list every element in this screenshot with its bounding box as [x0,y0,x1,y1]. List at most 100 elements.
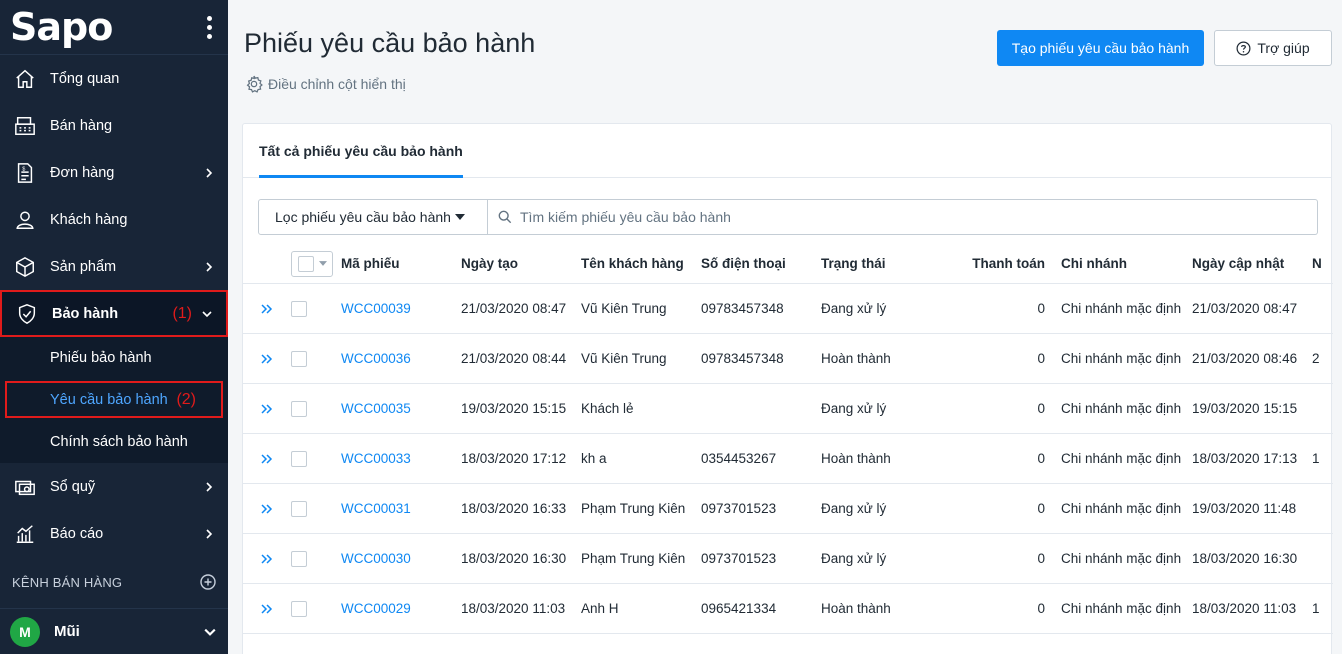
branch: Chi nhánh mặc định [1061,401,1182,416]
status: Đang xử lý [821,501,887,516]
extra-column-value: 2 [1312,351,1320,366]
help-button[interactable]: Trợ giúp [1214,30,1332,66]
table-body: WCC00039 21/03/2020 08:47 Vũ Kiên Trung 097… [243,284,1333,634]
more-menu-icon[interactable] [203,12,216,43]
ticket-code-link[interactable]: WCC00039 [341,284,411,333]
row-checkbox[interactable] [291,600,307,617]
created-date: 18/03/2020 17:12 [461,451,567,466]
updated-date: 18/03/2020 16:30 [1192,551,1298,566]
nav-item-sales[interactable]: Bán hàng [0,102,228,149]
customer-name: Vũ Kiên Trung [581,351,667,366]
phone-number: 0973701523 [701,551,777,566]
table-row[interactable]: WCC00031 18/03/2020 16:33 Phạm Trung Kiên 0… [243,484,1333,534]
adjust-columns-link[interactable]: Điều chỉnh cột hiển thị [244,74,406,94]
row-checkbox[interactable] [291,500,307,517]
add-channel-icon[interactable] [200,574,216,590]
column-header[interactable]: Ngày cập nhật [1192,244,1284,283]
expand-row-icon[interactable] [261,434,279,483]
phone-number: 09783457348 [701,351,784,366]
nav-item-overview[interactable]: Tổng quan [0,55,228,102]
nav-label: Khách hàng [50,211,128,228]
column-header[interactable]: N [1312,244,1322,283]
sub-item-warranty-tickets[interactable]: Phiếu bảo hành [0,337,228,379]
nav-item-reports[interactable]: Báo cáo [0,510,228,557]
expand-row-icon[interactable] [261,334,279,383]
select-all-checkbox[interactable] [291,250,333,277]
customer-name: Phạm Trung Kiên [581,551,686,566]
table-row[interactable]: WCC00030 18/03/2020 16:30 Phạm Trung Kiên 0… [243,534,1333,584]
status: Hoàn thành [821,451,891,466]
table-row[interactable]: WCC00029 18/03/2020 11:03 Anh H 0965421334 H… [243,584,1333,634]
main-content: Phiếu yêu cầu bảo hành Điều chỉnh cột hi… [228,0,1342,654]
nav-item-customers[interactable]: Khách hàng [0,196,228,243]
branch: Chi nhánh mặc định [1061,601,1182,616]
user-menu[interactable]: M Mũi [0,608,228,654]
ticket-code-link[interactable]: WCC00031 [341,484,411,533]
table-row[interactable]: WCC00035 19/03/2020 15:15 Khách lẻ Đang xử … [243,384,1333,434]
customer-name: Vũ Kiên Trung [581,301,667,316]
create-warranty-request-button[interactable]: Tạo phiếu yêu cầu bảo hành [997,30,1204,66]
row-checkbox[interactable] [291,450,307,467]
expand-row-icon[interactable] [261,284,279,333]
home-icon [12,66,38,92]
column-header[interactable]: Thanh toán [943,244,1045,283]
filter-row: Lọc phiếu yêu cầu bảo hành [258,199,1318,235]
ticket-code-link[interactable]: WCC00036 [341,334,411,383]
sapo-logo[interactable]: Sapo [10,8,113,46]
expand-row-icon[interactable] [261,484,279,533]
nav-label: Bán hàng [50,117,113,134]
row-checkbox[interactable] [291,400,307,417]
row-checkbox[interactable] [291,350,307,367]
nav-item-orders[interactable]: $ Đơn hàng [0,149,228,196]
sub-item-label: Chính sách bảo hành [50,434,188,450]
ticket-code-link[interactable]: WCC00033 [341,434,411,483]
row-checkbox-cell [291,334,307,383]
chevron-right-icon [206,261,213,272]
ticket-code-link[interactable]: WCC00030 [341,534,411,583]
user-icon [12,207,38,233]
caret-down-icon [319,261,327,266]
select-all-cell [291,244,333,283]
created-date: 18/03/2020 11:03 [461,601,566,616]
cash-register-icon [12,113,38,139]
search-box [488,199,1318,235]
ticket-code-link[interactable]: WCC00029 [341,584,411,633]
column-header[interactable]: Tên khách hàng [581,244,684,283]
sub-item-warranty-requests[interactable]: Yêu cầu bảo hành (2) [0,379,228,421]
sidebar: Sapo Tổng quan Bán hàng $ Đơn hàng Khách… [0,0,228,654]
ticket-code-link[interactable]: WCC00035 [341,384,411,433]
payment: 0 [1037,301,1045,316]
column-header[interactable]: Ngày tạo [461,244,518,283]
nav-item-products[interactable]: Sản phẩm [0,243,228,290]
updated-date: 19/03/2020 11:48 [1192,501,1297,516]
column-header[interactable]: Số điện thoại [701,244,786,283]
nav-item-cashbook[interactable]: Sổ quỹ [0,463,228,510]
sub-item-warranty-policy[interactable]: Chính sách bảo hành [0,421,228,463]
warranty-requests-table: Mã phiếu Ngày tạo Tên khách hàng Số điện… [243,244,1333,634]
payment: 0 [1037,501,1045,516]
phone-number: 09783457348 [701,301,784,316]
expand-row-icon[interactable] [261,584,279,633]
warranty-submenu: Phiếu bảo hành Yêu cầu bảo hành (2) Chín… [0,337,228,463]
nav-item-warranty[interactable]: Bảo hành (1) [0,290,228,337]
nav-label: Đơn hàng [50,164,115,181]
table-row[interactable]: WCC00036 21/03/2020 08:44 Vũ Kiên Trung 097… [243,334,1333,384]
extra-column-value: 1 [1312,601,1320,616]
updated-date: 18/03/2020 11:03 [1192,601,1297,616]
filter-dropdown[interactable]: Lọc phiếu yêu cầu bảo hành [258,199,488,235]
tab-bar: Tất cả phiếu yêu cầu bảo hành [243,124,1331,178]
row-checkbox[interactable] [291,300,307,317]
search-input[interactable] [520,209,1220,225]
table-row[interactable]: WCC00039 21/03/2020 08:47 Vũ Kiên Trung 097… [243,284,1333,334]
payment: 0 [1037,351,1045,366]
tab-all-requests[interactable]: Tất cả phiếu yêu cầu bảo hành [259,124,463,178]
column-header[interactable]: Chi nhánh [1061,244,1127,283]
column-header[interactable]: Mã phiếu [341,244,400,283]
expand-row-icon[interactable] [261,534,279,583]
row-checkbox[interactable] [291,550,307,567]
expand-row-icon[interactable] [261,384,279,433]
gear-icon [246,75,263,93]
page-title: Phiếu yêu cầu bảo hành [244,28,536,58]
table-row[interactable]: WCC00033 18/03/2020 17:12 kh a 0354453267 Ho… [243,434,1333,484]
column-header[interactable]: Trạng thái [821,244,886,283]
